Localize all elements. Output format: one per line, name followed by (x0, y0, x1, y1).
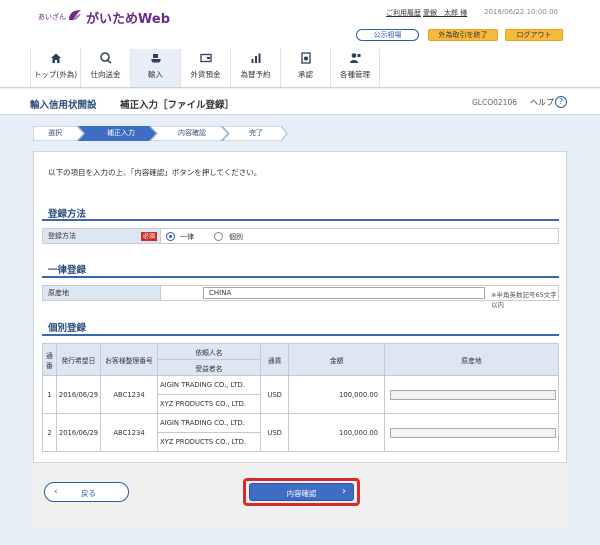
col-header-ref: お客様整理番号 (100, 343, 158, 376)
section-title-individual: 個別登録 (48, 323, 87, 334)
brand-small: あいざん (38, 13, 66, 21)
nav-remittance[interactable]: 仕向送金 (80, 49, 130, 87)
nav-approval[interactable]: 承認 (280, 49, 330, 87)
col-header-date: 発行希望日 (55, 343, 102, 376)
table-row: 2 2016/06/29 ABC1234 AIGIN TRADING CO., … (42, 413, 560, 452)
history-link[interactable]: ご利用履歴 (386, 8, 421, 18)
table-row: 1 2016/06/29 ABC1234 AIGIN TRADING CO., … (42, 375, 560, 414)
confirm-button-label: 内容確認 (286, 489, 317, 498)
header: あいざん がいためWeb ご利用履歴 愛銀 太郎 様 2016/06/22 10… (0, 0, 600, 88)
nav-label: 承認 (298, 70, 313, 79)
cell-currency: USD (259, 413, 290, 452)
radio-individual-label[interactable]: 個別 (229, 232, 243, 242)
col-header-currency: 通貨 (259, 343, 290, 376)
nav-label: 輸入 (148, 70, 163, 79)
col-header-amount: 金額 (288, 343, 385, 376)
brand-name[interactable]: がいためWeb (86, 8, 170, 27)
cell-applicant: AIGIN TRADING CO., LTD. (157, 375, 261, 395)
chevron-right-icon: › (342, 486, 346, 497)
nav-top[interactable]: トップ(外為) (30, 49, 80, 87)
cell-currency: USD (259, 375, 290, 414)
step-complete: 完了 (249, 129, 263, 137)
origin-label: 原産地 (43, 286, 161, 300)
page-title: 補正入力［ファイル登録］ (120, 100, 235, 111)
col-header-origin: 原産地 (383, 343, 560, 376)
section-divider (42, 219, 559, 221)
method-row: 登録方法 必須 一律 個別 (42, 228, 559, 244)
nav-import[interactable]: 輸入 (130, 49, 180, 87)
radio-bulk[interactable] (166, 232, 175, 241)
approval-icon (300, 52, 311, 64)
origin-input-disabled (389, 389, 556, 400)
cell-no: 1 (42, 375, 57, 414)
section-title-bulk: 一律登録 (48, 265, 87, 276)
cell-applicant: AIGIN TRADING CO., LTD. (157, 413, 261, 433)
step-confirm: 内容確認 (178, 129, 206, 137)
cell-origin (383, 375, 560, 414)
step-select: 選択 (48, 129, 62, 137)
cell-beneficiary: XYZ PRODUCTS CO., LTD. (157, 432, 261, 452)
cell-date: 2016/06/29 (55, 375, 102, 414)
section-title-method: 登録方法 (48, 209, 87, 220)
main-nav: トップ(外為) 仕向送金 輸入 外貨預金 為替予約 承認 各種管理 (30, 49, 380, 87)
col-header-applicant: 依頼人名 (157, 343, 261, 360)
home-icon (50, 53, 61, 63)
screen-code: GLCO02106 (472, 98, 517, 107)
col-header-beneficiary: 受益者名 (157, 359, 261, 376)
cell-no: 2 (42, 413, 57, 452)
page-category: 輸入信用状開設 (30, 100, 97, 111)
cell-origin (383, 413, 560, 452)
chevron-left-icon: ‹ (54, 487, 58, 497)
cell-beneficiary: XYZ PRODUCTS CO., LTD. (157, 394, 261, 414)
nav-label: 各種管理 (340, 70, 370, 79)
instruction-text: 以下の項目を入力の上、「内容確認」ボタンを押してください。 (48, 168, 262, 177)
origin-input-disabled (389, 427, 556, 438)
origin-input[interactable]: CHINA (203, 287, 485, 299)
nav-deposit[interactable]: 外貨預金 (180, 49, 230, 87)
col-header-no: 通番 (42, 343, 57, 376)
cell-amount: 100,000.00 (288, 375, 385, 414)
section-divider (42, 334, 559, 336)
cell-ref: ABC1234 (100, 413, 158, 452)
rates-button[interactable]: 公示相場 (356, 29, 419, 41)
end-fx-button[interactable]: 外為取引を終了 (428, 29, 498, 41)
nav-forward[interactable]: 為替予約 (230, 49, 280, 87)
chart-icon (251, 53, 260, 63)
origin-hint: ※半角英数記号65文字以内 (491, 291, 557, 309)
back-button[interactable]: ‹ 戻る (44, 482, 129, 502)
deposit-icon (199, 53, 212, 63)
radio-individual[interactable] (214, 232, 223, 241)
title-bar: 輸入信用状開設 補正入力［ファイル登録］ GLCO02106 ヘルプ ? (0, 89, 600, 115)
cell-ref: ABC1234 (100, 375, 158, 414)
radio-bulk-label[interactable]: 一律 (180, 232, 194, 242)
user-name[interactable]: 愛銀 太郎 様 (423, 8, 467, 18)
help-link[interactable]: ヘルプ (530, 97, 554, 108)
back-button-label: 戻る (81, 489, 96, 498)
nav-admin[interactable]: 各種管理 (330, 49, 380, 87)
cell-date: 2016/06/29 (55, 413, 102, 452)
remittance-icon (99, 52, 111, 64)
brand-logo-icon (69, 10, 81, 20)
user-admin-icon (350, 53, 361, 63)
logout-button[interactable]: ログアウト (505, 29, 563, 41)
nav-label: 為替予約 (240, 70, 271, 79)
cell-amount: 100,000.00 (288, 413, 385, 452)
required-badge: 必須 (141, 232, 157, 241)
individual-table: 通番 発行希望日 お客様整理番号 依頼人名 通貨 金額 原産地 受益者名 1 2… (42, 343, 560, 452)
nav-label: 仕向送金 (90, 70, 121, 79)
step-correction-current: 補正入力 (107, 129, 135, 137)
confirm-button[interactable]: 内容確認 › (249, 483, 354, 501)
help-icon[interactable]: ? (555, 96, 567, 108)
nav-label: トップ(外為) (33, 70, 78, 79)
ship-icon (150, 54, 161, 63)
section-divider (42, 276, 559, 278)
nav-label: 外貨預金 (190, 70, 221, 79)
origin-row: 原産地 CHINA ※半角英数記号65文字以内 (42, 285, 559, 309)
login-datetime: 2016/06/22 10:00:00 (484, 8, 559, 16)
